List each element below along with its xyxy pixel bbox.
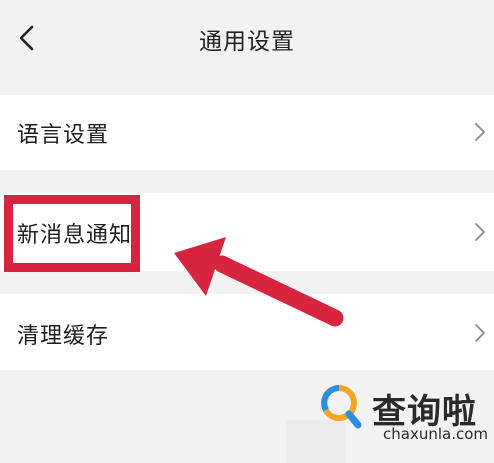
header-bar: 通用设置 (0, 0, 494, 80)
settings-item-new-message-notification[interactable]: 新消息通知 (0, 193, 494, 271)
magnifier-logo-icon (321, 385, 362, 429)
settings-item-label: 语言设置 (17, 123, 110, 148)
watermark: 查询啦 chaxunla.com (286, 378, 494, 463)
page-title: 通用设置 (199, 29, 295, 55)
watermark-brand-en: chaxunla.com (383, 425, 488, 443)
chevron-right-icon (472, 121, 488, 143)
chevron-right-icon (472, 221, 488, 243)
settings-item-clear-cache[interactable]: 清理缓存 (0, 294, 494, 370)
chevron-right-icon (472, 322, 488, 344)
settings-item-label: 清理缓存 (17, 324, 110, 349)
settings-item-label: 新消息通知 (17, 223, 133, 248)
settings-item-language[interactable]: 语言设置 (0, 95, 494, 170)
